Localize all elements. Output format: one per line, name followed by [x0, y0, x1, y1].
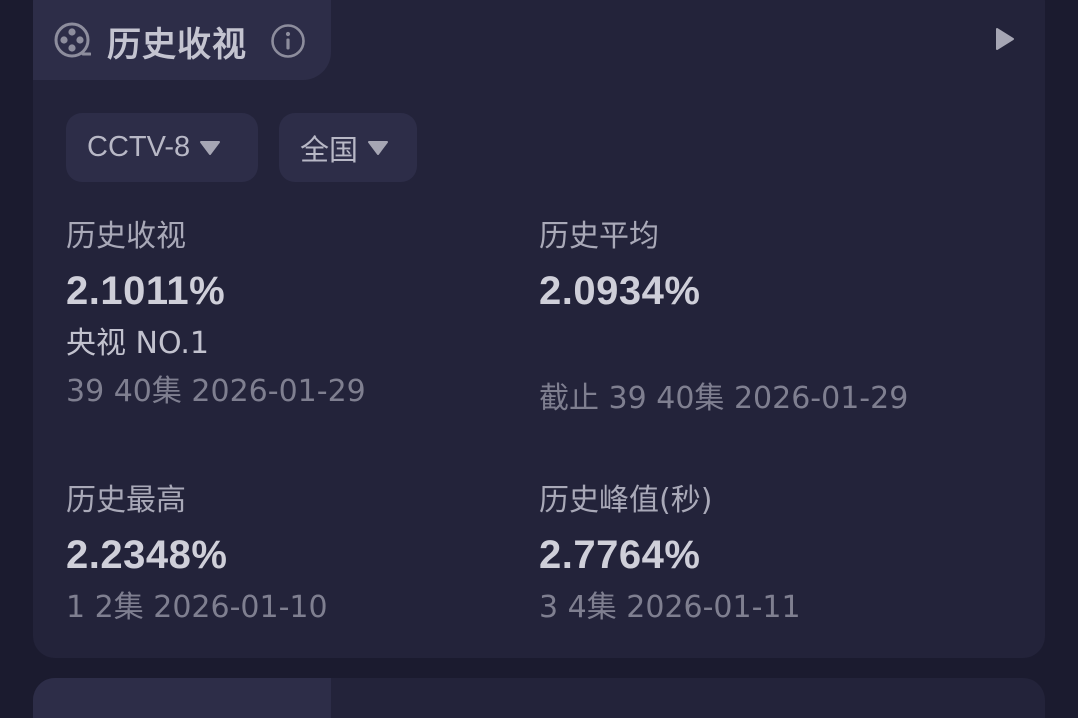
- stat-label: 历史平均: [539, 219, 659, 254]
- caret-down-icon: [368, 140, 389, 155]
- film-reel-icon: [54, 22, 91, 58]
- stat-label: 历史峰值(秒): [539, 483, 713, 518]
- caret-down-icon: [200, 140, 221, 155]
- play-arrow-icon[interactable]: [995, 27, 1015, 51]
- stat-value: 2.1011%: [66, 269, 226, 313]
- stat-history-highest: 历史最高 2.2348% 1 2集 2026-01-10: [66, 475, 328, 626]
- info-icon[interactable]: [270, 23, 306, 59]
- stat-label: 历史最高: [66, 483, 186, 518]
- stat-sub: 1 2集 2026-01-10: [66, 590, 328, 625]
- card-title: 历史收视: [107, 25, 247, 65]
- history-rating-card: 历史收视 CCTV-8 全国 历史收视 2.1011% 央视 NO.1 39 4…: [33, 0, 1045, 658]
- stat-label: 历史收视: [66, 219, 186, 254]
- stat-history-rating: 历史收视 2.1011% 央视 NO.1 39 40集 2026-01-29: [66, 211, 366, 410]
- stat-history-peak: 历史峰值(秒) 2.7764% 3 4集 2026-01-11: [539, 475, 801, 626]
- stat-value: 2.0934%: [539, 269, 701, 313]
- next-card-title-tab[interactable]: [33, 678, 331, 718]
- stat-sub: 3 4集 2026-01-11: [539, 590, 801, 625]
- stat-sub: 39 40集 2026-01-29: [66, 374, 366, 409]
- stat-history-average: 历史平均 2.0934% 截止 39 40集 2026-01-29: [539, 211, 908, 417]
- stat-sub: 截止 39 40集 2026-01-29: [539, 381, 909, 416]
- channel-dropdown[interactable]: CCTV-8: [66, 113, 258, 182]
- next-card: [33, 678, 1045, 718]
- stat-value: 2.2348%: [66, 533, 228, 577]
- stat-rank: 央视 NO.1: [66, 326, 209, 361]
- card-title-tab[interactable]: 历史收视: [33, 0, 331, 80]
- stat-value: 2.7764%: [539, 533, 701, 577]
- channel-dropdown-label: CCTV-8: [87, 131, 191, 163]
- region-dropdown-label: 全国: [300, 134, 359, 167]
- region-dropdown[interactable]: 全国: [279, 113, 417, 182]
